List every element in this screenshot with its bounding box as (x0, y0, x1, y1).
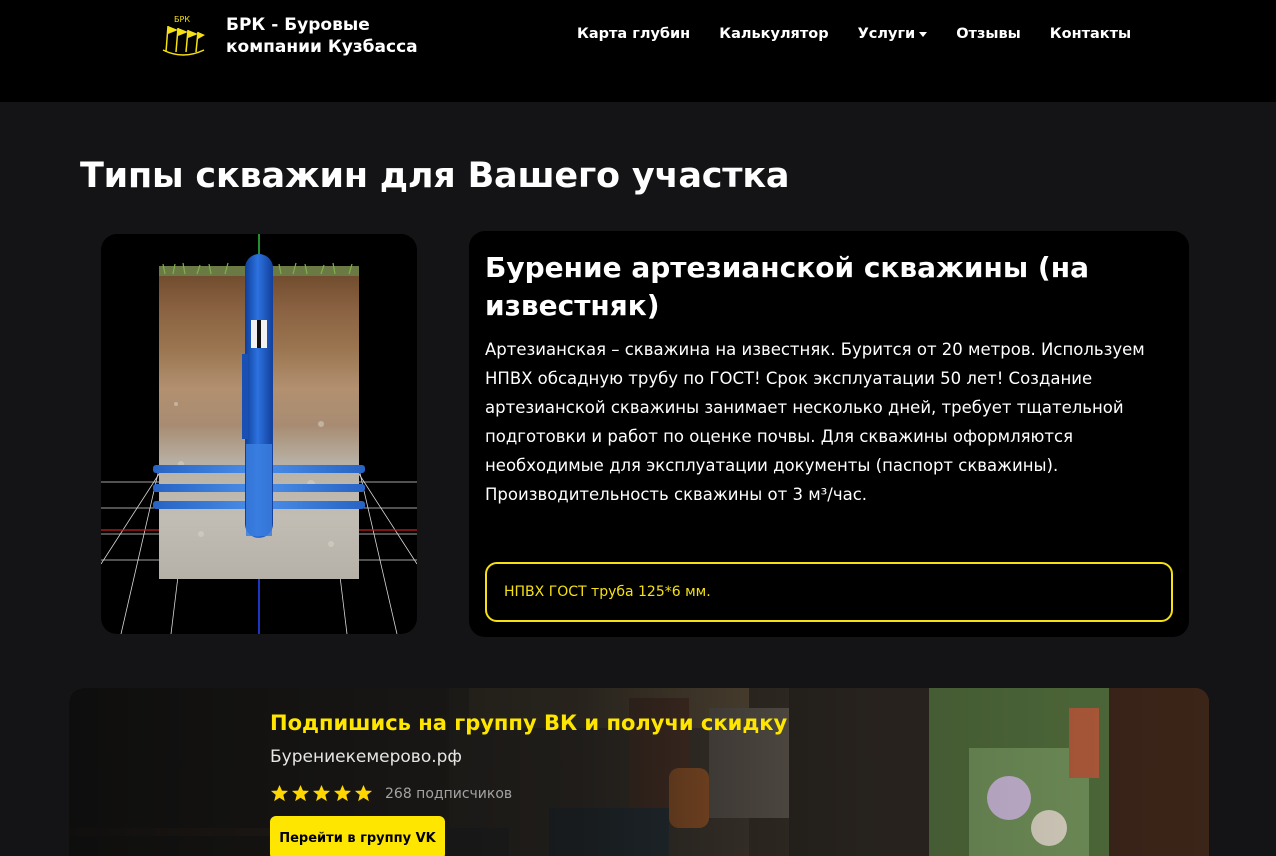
nav-item-services[interactable]: Услуги (858, 26, 928, 42)
star-icon (291, 784, 310, 802)
vk-rating: 268 подписчиков (270, 784, 512, 803)
vk-domain: Бурениекемерово.рф (270, 747, 462, 767)
nav-item-calculator[interactable]: Калькулятор (719, 26, 828, 42)
nav-item-services-label: Услуги (857, 26, 916, 42)
well-type-description: Артезианская – скважина на известняк. Бу… (485, 340, 1145, 504)
nav-item-contacts[interactable]: Контакты (1050, 26, 1131, 42)
vk-promo-title: Подпишись на группу ВК и получи скидку (270, 711, 788, 735)
well-type-title: Бурение артезианской скважины (на извест… (485, 251, 1089, 322)
vk-subscriber-count: 268 подписчиков (385, 785, 513, 802)
star-icon (333, 784, 352, 802)
well-diagram-image (101, 234, 417, 634)
star-icon (312, 784, 331, 802)
section-title: Типы скважин для Вашего участка (80, 156, 790, 196)
pipe-spec-text: НПВХ ГОСТ труба 125*6 мм. (504, 584, 711, 600)
star-icon (354, 784, 373, 802)
brand[interactable]: БРК БРК - Буровые компании Кузбасса (160, 12, 446, 60)
nav-item-depth-map[interactable]: Карта глубин (577, 26, 690, 42)
pipe-spec-box: НПВХ ГОСТ труба 125*6 мм. (485, 562, 1173, 622)
well-info-card: Бурение артезианской скважины (на извест… (469, 231, 1189, 637)
flags-logo-icon: БРК (162, 15, 205, 56)
chevron-down-icon (919, 31, 928, 37)
nav-item-reviews[interactable]: Отзывы (956, 26, 1021, 42)
star-icon (270, 784, 289, 802)
brand-name[interactable]: БРК - Буровые компании Кузбасса (226, 14, 446, 58)
well-illustration-card (101, 234, 417, 634)
go-to-vk-group-button[interactable]: Перейти в группу VK (270, 816, 445, 856)
svg-text:БРК: БРК (174, 15, 190, 24)
navbar: БРК БРК - Буровые компании Кузбасса Карт… (0, 0, 1276, 102)
main-nav: Карта глубин Калькулятор Услуги Отзывы К… (577, 26, 1160, 42)
vk-group-banner: Подпишись на группу ВК и получи скидку Б… (69, 688, 1209, 856)
